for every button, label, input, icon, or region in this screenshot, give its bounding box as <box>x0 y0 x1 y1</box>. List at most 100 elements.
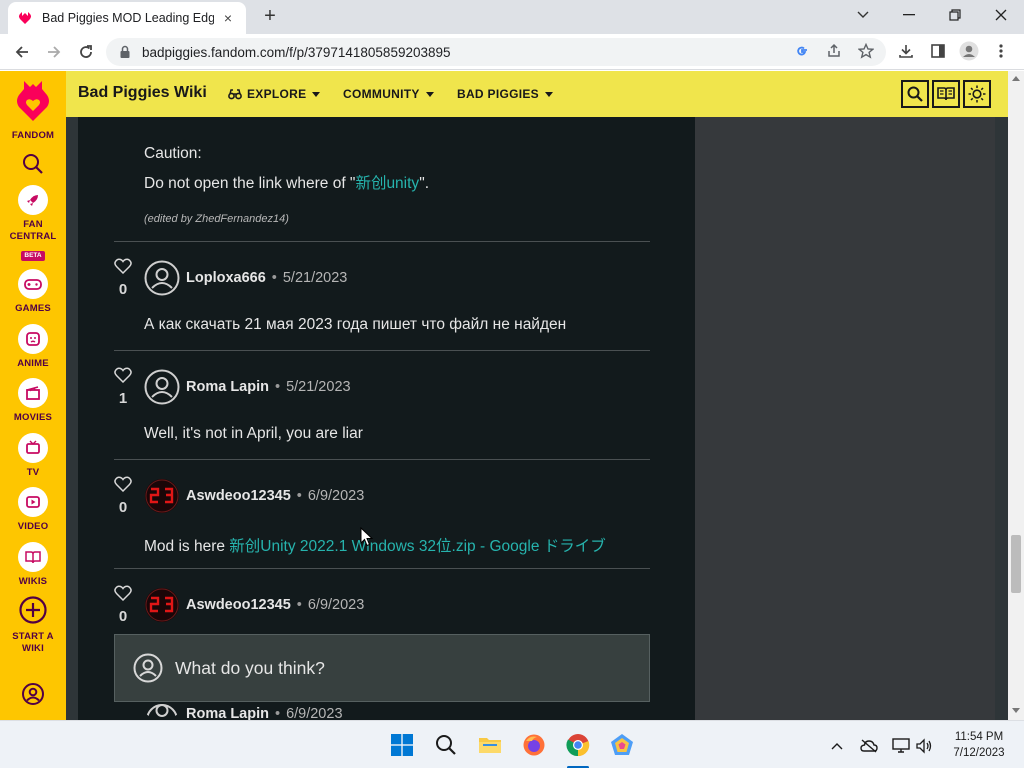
taskbar-clock[interactable]: 11:54 PM 7/12/2023 <box>945 729 1013 761</box>
author-name[interactable]: Aswdeoo12345 <box>186 597 291 613</box>
wiki-name-link[interactable]: Bad Piggies Wiki <box>78 84 207 102</box>
like-count: 0 <box>118 608 128 625</box>
browser-menu-icon[interactable] <box>990 40 1012 62</box>
heart-icon <box>114 585 132 602</box>
google-drive-link[interactable]: 新创Unity 2022.1 Windows 32位.zip - Google … <box>229 538 605 555</box>
like-button[interactable]: 0 <box>113 585 133 625</box>
fandom-logo-icon <box>17 81 49 121</box>
lock-icon <box>120 45 130 58</box>
cloud-off-icon <box>860 739 878 753</box>
reply-text: Well, it's not in April, you are liar <box>144 425 363 442</box>
back-button[interactable] <box>10 40 34 64</box>
avatar[interactable] <box>144 369 180 405</box>
theme-toggle-button[interactable] <box>963 80 991 108</box>
caution-text-before: Do not open the link where of " <box>144 175 356 192</box>
like-button[interactable]: 0 <box>113 258 133 298</box>
rail-video[interactable]: VIDEO <box>0 487 66 533</box>
chrome-button[interactable] <box>564 731 592 759</box>
rail-label-tv: TV <box>26 467 40 478</box>
onedrive-tray-icon[interactable] <box>860 737 878 755</box>
file-explorer-button[interactable] <box>476 731 504 759</box>
nav-bad-piggies[interactable]: BAD PIGGIES <box>457 87 553 101</box>
reply-placeholder: What do you think? <box>175 657 325 678</box>
rail-wikis[interactable]: WIKIS <box>0 542 66 588</box>
minimize-button[interactable] <box>886 0 932 30</box>
discussion-thread <box>78 117 695 720</box>
author-name[interactable]: Aswdeoo12345 <box>186 488 291 504</box>
folder-icon <box>479 738 501 753</box>
tab-search-button[interactable] <box>840 0 886 30</box>
like-count: 1 <box>118 390 128 407</box>
rail-fan-central[interactable]: FAN CENTRAL BETA <box>0 185 66 262</box>
start-button[interactable] <box>388 731 416 759</box>
url-text: badpiggies.fandom.com/f/p/37971418058592… <box>142 44 451 60</box>
caution-text-after: ". <box>419 175 429 192</box>
address-bar[interactable]: badpiggies.fandom.com/f/p/37971418058592… <box>106 38 886 66</box>
author-name[interactable]: Roma Lapin <box>186 379 269 395</box>
bookmark-star-icon[interactable] <box>855 40 877 62</box>
fandom-logo-link[interactable]: FANDOM <box>0 79 66 142</box>
sun-icon <box>968 85 986 103</box>
like-count: 0 <box>118 281 128 298</box>
taskbar-search-button[interactable] <box>432 731 460 759</box>
nav-explore-label: EXPLORE <box>247 87 307 101</box>
chevron-up-icon <box>831 743 843 750</box>
like-button[interactable]: 1 <box>113 367 133 407</box>
scroll-up-icon[interactable] <box>1012 75 1020 81</box>
network-tray-icon[interactable] <box>892 737 910 755</box>
volume-tray-icon[interactable] <box>915 737 933 755</box>
rail-label-fan-central: FAN CENTRAL <box>9 219 57 242</box>
windows-taskbar: 11:54 PM 7/12/2023 <box>0 720 1024 768</box>
rail-label-games: GAMES <box>15 303 51 314</box>
rail-user-account[interactable] <box>0 682 66 711</box>
forward-button[interactable] <box>42 40 66 64</box>
share-icon[interactable] <box>823 40 845 62</box>
rail-anime[interactable]: ANIME <box>0 324 66 370</box>
side-panel-icon[interactable] <box>927 40 949 62</box>
speaker-icon <box>916 738 932 754</box>
rail-tv[interactable]: TV <box>0 433 66 479</box>
avatar[interactable] <box>144 478 180 514</box>
like-button[interactable]: 0 <box>113 476 133 516</box>
caution-link[interactable]: 新创unity <box>355 175 419 192</box>
author-name[interactable]: Loploxa666 <box>186 270 266 286</box>
rail-label-start-a-wiki: START A WIKI <box>12 631 54 654</box>
search-icon <box>436 735 456 755</box>
close-window-button[interactable] <box>978 0 1024 30</box>
wiki-read-button[interactable] <box>932 80 960 108</box>
show-hidden-icons-button[interactable] <box>828 737 846 755</box>
avatar[interactable] <box>144 260 180 296</box>
app-pinned-button[interactable] <box>608 731 636 759</box>
wiki-search-button[interactable] <box>901 80 929 108</box>
rail-start-a-wiki[interactable]: START A WIKI <box>0 595 66 655</box>
rail-movies[interactable]: MOVIES <box>0 378 66 424</box>
tab-close-button[interactable]: × <box>220 10 236 26</box>
like-count: 0 <box>118 499 128 516</box>
reply-input[interactable]: What do you think? <box>114 634 650 702</box>
network-icon <box>892 738 910 753</box>
scroll-down-icon[interactable] <box>1012 708 1020 714</box>
new-tab-button[interactable]: + <box>258 5 282 29</box>
nav-explore[interactable]: EXPLORE <box>228 87 321 101</box>
chevron-down-icon <box>312 91 321 97</box>
reload-button[interactable] <box>74 40 98 64</box>
restore-button[interactable] <box>932 0 978 30</box>
firefox-button[interactable] <box>520 731 548 759</box>
beta-badge: BETA <box>21 251 45 261</box>
page-scrollbar[interactable] <box>1008 71 1024 720</box>
nav-community[interactable]: COMMUNITY <box>343 87 434 101</box>
browser-tab[interactable]: Bad Piggies MOD Leading Edge ( × <box>8 2 246 34</box>
rail-search[interactable] <box>0 151 66 180</box>
post-caution-label: Caution: <box>144 145 202 162</box>
reply-author-line: Aswdeoo12345 • 6/9/2023 <box>186 597 365 613</box>
reply-author-line: Aswdeoo12345 • 6/9/2023 <box>186 488 365 504</box>
scrollbar-thumb[interactable] <box>1011 535 1021 593</box>
divider <box>114 241 650 242</box>
reply-author-line: Loploxa666 • 5/21/2023 <box>186 270 348 286</box>
avatar[interactable] <box>144 587 180 623</box>
google-lens-icon[interactable] <box>791 40 813 62</box>
profile-avatar-icon[interactable] <box>958 40 980 62</box>
wiki-navigation-bar: Bad Piggies Wiki EXPLORE COMMUNITY BAD P… <box>66 71 1024 117</box>
download-icon[interactable] <box>895 40 917 62</box>
rail-games[interactable]: GAMES <box>0 269 66 315</box>
